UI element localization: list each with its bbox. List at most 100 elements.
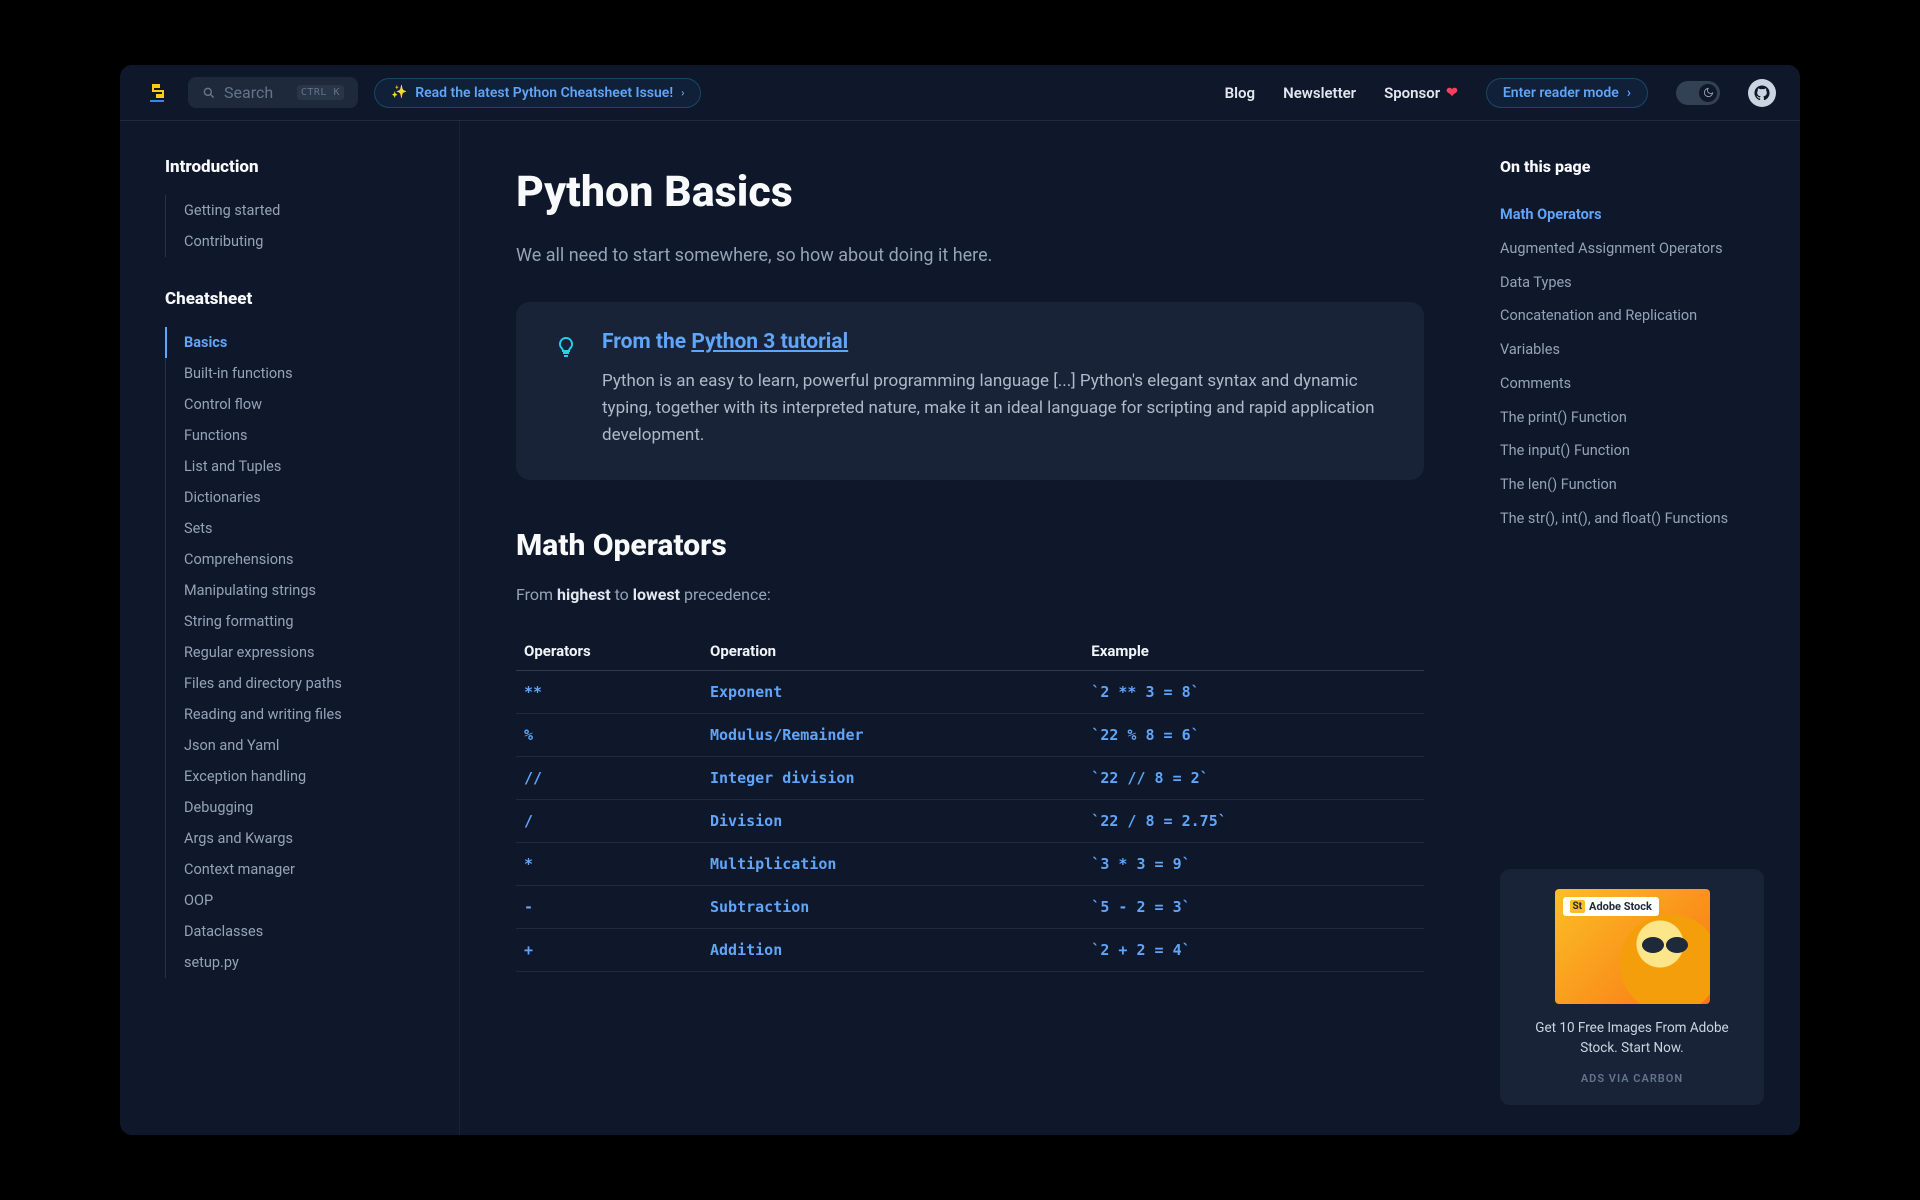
sidebar-item[interactable]: Reading and writing files [166, 699, 459, 730]
table-cell: `22 // 8 = 2` [1083, 756, 1424, 799]
toc-item[interactable]: The len() Function [1500, 468, 1764, 502]
table-cell: // [516, 756, 702, 799]
python-logo-icon [146, 81, 170, 105]
ad-image: St Adobe Stock [1555, 889, 1710, 1004]
toc-item[interactable]: Data Types [1500, 266, 1764, 300]
table-header: Operation [702, 632, 1083, 671]
table-cell: `3 * 3 = 9` [1083, 842, 1424, 885]
sidebar-heading-cheatsheet: Cheatsheet [165, 289, 459, 309]
logo[interactable] [144, 79, 172, 107]
topbar: Search CTRL K ✨ Read the latest Python C… [120, 65, 1800, 121]
table-row: **Exponent`2 ** 3 = 8` [516, 670, 1424, 713]
nav-blog[interactable]: Blog [1225, 84, 1255, 102]
ad-illustration [1620, 914, 1710, 1004]
right-column: On this page Math OperatorsAugmented Ass… [1480, 121, 1800, 1135]
section-title-math-operators: Math Operators [516, 528, 1424, 563]
sidebar-item[interactable]: Contributing [166, 226, 459, 257]
table-cell: `2 + 2 = 4` [1083, 928, 1424, 971]
sidebar-item[interactable]: Regular expressions [166, 637, 459, 668]
sidebar-item[interactable]: Args and Kwargs [166, 823, 459, 854]
operators-table: OperatorsOperationExample **Exponent`2 *… [516, 632, 1424, 972]
chevron-right-icon: › [681, 86, 684, 99]
sidebar-item[interactable]: String formatting [166, 606, 459, 637]
search-placeholder: Search [224, 83, 273, 102]
sidebar-item[interactable]: List and Tuples [166, 451, 459, 482]
lightbulb-icon [552, 333, 580, 361]
table-cell: `22 / 8 = 2.75` [1083, 799, 1424, 842]
sidebar-item[interactable]: Exception handling [166, 761, 459, 792]
table-row: /Division`22 / 8 = 2.75` [516, 799, 1424, 842]
nav-sponsor[interactable]: Sponsor ❤ [1384, 84, 1458, 102]
announcement-banner[interactable]: ✨ Read the latest Python Cheatsheet Issu… [374, 78, 701, 108]
table-cell: / [516, 799, 702, 842]
table-row: %Modulus/Remainder`22 % 8 = 6` [516, 713, 1424, 756]
toc-item[interactable]: The input() Function [1500, 434, 1764, 468]
toggle-knob [1699, 84, 1717, 102]
table-cell: Modulus/Remainder [702, 713, 1083, 756]
toc-item[interactable]: The str(), int(), and float() Functions [1500, 502, 1764, 536]
table-row: +Addition`2 + 2 = 4` [516, 928, 1424, 971]
table-cell: Multiplication [702, 842, 1083, 885]
table-cell: Division [702, 799, 1083, 842]
table-cell: + [516, 928, 702, 971]
table-cell: `22 % 8 = 6` [1083, 713, 1424, 756]
sparkle-icon: ✨ [391, 85, 407, 100]
precedence-note: From highest to lowest precedence: [516, 585, 1424, 604]
toc-item[interactable]: Augmented Assignment Operators [1500, 232, 1764, 266]
search-shortcut: CTRL K [297, 85, 344, 100]
sidebar-item[interactable]: setup.py [166, 947, 459, 978]
sidebar-item[interactable]: Getting started [166, 195, 459, 226]
page-lead: We all need to start somewhere, so how a… [516, 245, 1424, 266]
reader-mode-button[interactable]: Enter reader mode › [1486, 78, 1648, 108]
sidebar-item[interactable]: Functions [166, 420, 459, 451]
toc-item[interactable]: Math Operators [1500, 198, 1764, 232]
theme-toggle[interactable] [1676, 81, 1720, 105]
callout-link[interactable]: Python 3 tutorial [691, 330, 848, 354]
callout: From the Python 3 tutorial Python is an … [516, 302, 1424, 480]
sidebar-heading-intro: Introduction [165, 157, 459, 177]
sidebar-item[interactable]: OOP [166, 885, 459, 916]
table-header: Operators [516, 632, 702, 671]
table-cell: * [516, 842, 702, 885]
table-cell: Exponent [702, 670, 1083, 713]
toc-heading: On this page [1500, 157, 1764, 176]
table-cell: `2 ** 3 = 8` [1083, 670, 1424, 713]
sidebar-item[interactable]: Dictionaries [166, 482, 459, 513]
sidebar-item[interactable]: Control flow [166, 389, 459, 420]
sidebar-item[interactable]: Json and Yaml [166, 730, 459, 761]
search-input[interactable]: Search CTRL K [188, 77, 358, 108]
toc-item[interactable]: Variables [1500, 333, 1764, 367]
moon-icon [1703, 87, 1714, 98]
github-link[interactable] [1748, 79, 1776, 107]
sunglasses-icon [1642, 937, 1692, 953]
ad-text: Get 10 Free Images From Adobe Stock. Sta… [1520, 1018, 1744, 1059]
sidebar-item[interactable]: Dataclasses [166, 916, 459, 947]
table-row: -Subtraction`5 - 2 = 3` [516, 885, 1424, 928]
page-title: Python Basics [516, 167, 1424, 217]
table-cell: Addition [702, 928, 1083, 971]
sidebar-item[interactable]: Files and directory paths [166, 668, 459, 699]
table-row: //Integer division`22 // 8 = 2` [516, 756, 1424, 799]
main-content[interactable]: Python Basics We all need to start somew… [460, 121, 1480, 1135]
table-cell: Integer division [702, 756, 1083, 799]
table-cell: ** [516, 670, 702, 713]
heart-icon: ❤ [1446, 85, 1458, 101]
table-cell: Subtraction [702, 885, 1083, 928]
toc-item[interactable]: Comments [1500, 367, 1764, 401]
callout-title: From the Python 3 tutorial [602, 330, 1388, 354]
ad-card[interactable]: St Adobe Stock Get 10 Free Images From A… [1500, 869, 1764, 1106]
sidebar-item[interactable]: Basics [165, 327, 459, 358]
chevron-right-icon: › [1627, 85, 1631, 101]
sidebar-item[interactable]: Context manager [166, 854, 459, 885]
sidebar: Introduction Getting startedContributing… [120, 121, 460, 1135]
sidebar-item[interactable]: Comprehensions [166, 544, 459, 575]
body: Introduction Getting startedContributing… [120, 121, 1800, 1135]
sidebar-item[interactable]: Built-in functions [166, 358, 459, 389]
toc-item[interactable]: The print() Function [1500, 401, 1764, 435]
nav-newsletter[interactable]: Newsletter [1283, 84, 1356, 102]
sidebar-item[interactable]: Debugging [166, 792, 459, 823]
table-header: Example [1083, 632, 1424, 671]
sidebar-item[interactable]: Manipulating strings [166, 575, 459, 606]
sidebar-item[interactable]: Sets [166, 513, 459, 544]
toc-item[interactable]: Concatenation and Replication [1500, 299, 1764, 333]
